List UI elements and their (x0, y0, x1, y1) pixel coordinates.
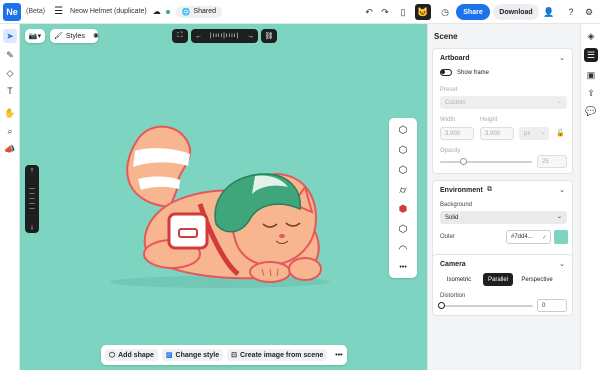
help-icon[interactable]: ? (564, 5, 578, 19)
artboard-header[interactable]: Artboard (440, 55, 470, 62)
opacity-slider-track (440, 161, 532, 163)
megaphone-icon[interactable]: 📣 (3, 142, 17, 156)
external-link-icon[interactable]: ⧉ (487, 186, 492, 194)
height-label: Height (480, 117, 498, 123)
select-tool-icon[interactable]: ➤ (3, 29, 17, 43)
chevron-down-icon[interactable]: ⌄ (559, 260, 565, 268)
status-dot (165, 9, 170, 14)
preset-value: Custom (445, 99, 466, 106)
distortion-label: Distortion (440, 293, 466, 299)
cloud-icon: ☁ (152, 7, 161, 16)
style-icon: ▨ (165, 352, 173, 359)
outer-label: Outer (440, 234, 456, 240)
sliders-icon[interactable]: ☰ (584, 48, 598, 62)
lock-icon: 🔓 (556, 130, 565, 137)
settings-icon[interactable]: ⚙ (582, 5, 596, 19)
width-label: Width (440, 117, 456, 123)
artboard-card: Artboard ⌄ Show frame Preset Custom ⌄ Wi… (432, 48, 573, 174)
panel-title: Scene (434, 32, 458, 41)
share-button[interactable]: Share (456, 4, 490, 20)
perspective-option[interactable]: Perspective (517, 273, 557, 286)
gallery-icon[interactable]: ▣ (584, 68, 598, 82)
camera-header[interactable]: Camera (440, 261, 466, 268)
device-icon[interactable]: ▯ (396, 5, 410, 19)
zoom-tool-icon[interactable]: ⌕ (3, 124, 17, 138)
opacity-label: Opacity (440, 148, 461, 154)
left-toolbar: ➤ ✎ ◇ T ✋ ⌕ 📣 (0, 24, 20, 370)
canvas[interactable]: 📷▾ 🖌 Styles ✺ ⛶ ← |ıııı|ıııı| → ⛓ ↑ — — — —… (20, 24, 427, 370)
camera-card: Camera ⌄ Isometric Parallel Perspective … (432, 254, 573, 316)
create-image-button[interactable]: ⊡ Create image from scene (227, 349, 328, 361)
user-icon[interactable]: 👤 (542, 5, 556, 19)
layers-icon[interactable]: ◈ (584, 29, 598, 43)
opacity-slider-knob (460, 158, 467, 165)
scene-panel: Scene Artboard ⌄ Show frame Preset Custo… (427, 24, 580, 370)
outer-color-field[interactable]: #7dd4... ✓ (506, 230, 551, 244)
text-tool-icon[interactable]: T (3, 84, 17, 98)
download-button[interactable]: Download (493, 4, 539, 20)
unit-select: px ⌄ (519, 127, 549, 140)
chevron-down-icon: ⌄ (540, 130, 546, 136)
add-shape-button[interactable]: ⬡ Add shape (105, 349, 158, 361)
change-style-label: Change style (175, 351, 220, 359)
undo-icon[interactable]: ↶ (362, 5, 376, 19)
chevron-down-icon: ⌄ (556, 214, 562, 220)
create-image-label: Create image from scene (240, 351, 324, 359)
file-name[interactable]: Neow Helmet (duplicate) (70, 8, 147, 15)
comment-icon[interactable]: 💬 (584, 104, 598, 118)
shared-badge[interactable]: 🌐 Shared (175, 5, 222, 18)
redo-icon[interactable]: ↷ (378, 5, 392, 19)
beta-label: (Beta) (26, 8, 46, 15)
opacity-field: 25 (537, 155, 567, 168)
hand-tool-icon[interactable]: ✋ (3, 106, 17, 120)
image-icon: ⊡ (231, 352, 237, 359)
cat-mode-icon[interactable]: 🐱 (415, 4, 431, 20)
check-icon: ✓ (541, 234, 547, 241)
distortion-slider-knob[interactable] (438, 302, 445, 309)
bottom-toolbar: ⬡ Add shape ▨ Change style ⊡ Create imag… (101, 345, 347, 365)
menu-icon[interactable]: ☰ (54, 6, 63, 17)
height-field: 3,000 (480, 127, 514, 140)
outer-color-value: #7dd4... (511, 234, 533, 240)
change-style-button[interactable]: ▨ Change style (161, 349, 224, 361)
distortion-field[interactable]: 0 (537, 299, 567, 312)
parallel-option[interactable]: Parallel (483, 273, 513, 286)
pen-tool-icon[interactable]: ✎ (3, 48, 17, 62)
distortion-slider-track[interactable] (441, 305, 533, 307)
chevron-down-icon[interactable]: ⌄ (559, 54, 565, 62)
preset-select: Custom ⌄ (440, 96, 567, 109)
shared-label: Shared (193, 8, 216, 15)
bottom-more-icon[interactable]: ••• (335, 352, 342, 359)
isometric-option[interactable]: Isometric (440, 273, 478, 286)
chevron-down-icon[interactable]: ⌄ (559, 186, 565, 194)
app-logo[interactable]: Ne (3, 2, 21, 21)
shape-tool-icon[interactable]: ◇ (3, 66, 17, 80)
add-shape-label: Add shape (118, 351, 154, 359)
background-select[interactable]: Solid ⌄ (440, 211, 567, 224)
box-add-icon: ⬡ (109, 352, 116, 359)
environment-header[interactable]: Environment (440, 187, 483, 194)
show-frame-label: Show frame (457, 70, 490, 76)
width-field: 3,000 (440, 127, 474, 140)
globe-icon: 🌐 (181, 8, 191, 16)
chevron-down-icon: ⌄ (556, 99, 562, 105)
outer-color-swatch[interactable] (554, 230, 568, 244)
export-icon[interactable]: ⇪ (584, 86, 598, 100)
preset-label: Preset (440, 87, 458, 93)
clock-icon[interactable]: ◷ (438, 5, 452, 19)
background-value: Solid (445, 214, 459, 221)
cat-illustration[interactable] (20, 24, 427, 370)
background-label: Background (440, 202, 473, 208)
unit-value: px (524, 130, 531, 137)
show-frame-toggle[interactable] (440, 69, 452, 76)
right-rail: ◈ ☰ ▣ ⇪ 💬 (580, 24, 600, 370)
